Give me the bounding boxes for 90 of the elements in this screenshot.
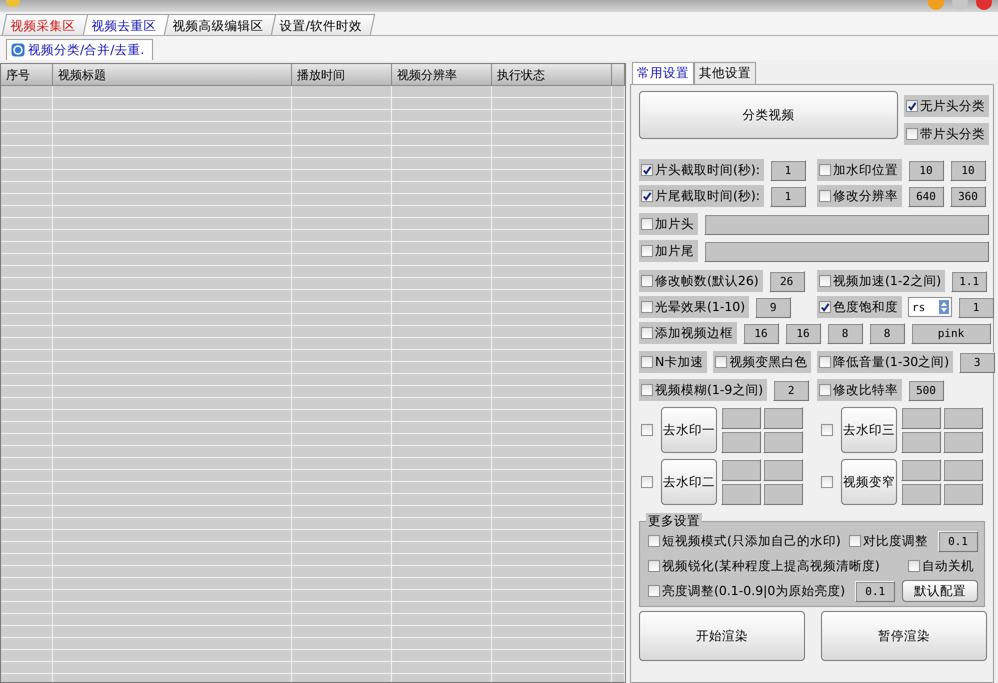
- text-field[interactable]: 16: [785, 322, 821, 344]
- checkbox[interactable]: 色度饱和度: [817, 296, 902, 318]
- checkbox[interactable]: 带片头分类: [904, 123, 989, 145]
- checkbox[interactable]: 光晕效果(1-10): [639, 296, 750, 318]
- checkbox[interactable]: 加片头: [639, 213, 698, 235]
- checkbox[interactable]: 短视频模式(只添加自己的水印): [646, 530, 845, 552]
- text-field[interactable]: [943, 431, 983, 453]
- watermark-button[interactable]: 视频变窄: [841, 459, 897, 505]
- checkbox[interactable]: 添加视频边框: [639, 322, 737, 344]
- checkbox[interactable]: 加片尾: [639, 240, 698, 262]
- text-field[interactable]: [721, 483, 761, 505]
- check-icon: [642, 164, 652, 176]
- app-icon: [11, 43, 25, 57]
- check-icon: [820, 302, 830, 312]
- checkbox[interactable]: 视频模糊(1-9之间): [639, 379, 768, 401]
- app-icon: [6, 0, 20, 8]
- text-field[interactable]: [721, 459, 761, 481]
- text-field[interactable]: 500: [908, 380, 944, 400]
- checkbox[interactable]: 视频变黑白色: [713, 351, 812, 373]
- tab[interactable]: 视频高级编辑区: [164, 14, 278, 35]
- column-header[interactable]: 视频标题: [53, 64, 292, 85]
- checkbox[interactable]: 片尾截取时间(秒):: [639, 185, 764, 207]
- tab[interactable]: 视频分类/合并/去重.: [6, 39, 154, 60]
- text-field[interactable]: [943, 407, 983, 429]
- text-field[interactable]: [704, 240, 989, 262]
- text-field[interactable]: 8: [827, 322, 863, 344]
- watermark-button[interactable]: 去水印一: [661, 407, 717, 453]
- text-field[interactable]: [763, 483, 803, 505]
- text-field[interactable]: 10: [908, 160, 944, 180]
- text-field[interactable]: 26: [768, 270, 805, 292]
- tab[interactable]: 设置/软件时效: [270, 14, 376, 35]
- text-field[interactable]: [901, 431, 941, 453]
- dropdown[interactable]: rs: [908, 297, 952, 317]
- text-field[interactable]: 360: [950, 186, 986, 206]
- text-field[interactable]: [763, 431, 803, 453]
- text-field[interactable]: [901, 407, 941, 429]
- text-field[interactable]: 1.1: [951, 270, 988, 292]
- column-header[interactable]: 执行状态: [492, 64, 612, 85]
- default-config-button[interactable]: 默认配置: [902, 580, 978, 602]
- column-header[interactable]: 序号: [1, 64, 53, 85]
- text-field[interactable]: 10: [950, 160, 986, 180]
- watermark-button[interactable]: 去水印三: [841, 407, 897, 453]
- text-field[interactable]: 3: [959, 352, 996, 372]
- checkbox[interactable]: 修改比特率: [817, 379, 902, 401]
- text-field[interactable]: 640: [908, 186, 944, 206]
- group-title: 更多设置: [646, 513, 702, 530]
- checkbox[interactable]: 加水印位置: [817, 159, 902, 181]
- tab[interactable]: 其他设置: [694, 62, 756, 84]
- column-header[interactable]: 视频分辨率: [392, 64, 492, 85]
- text-field[interactable]: 8: [869, 322, 905, 344]
- checkbox[interactable]: 修改帧数(默认26): [639, 270, 763, 292]
- check-icon: [642, 190, 652, 202]
- text-field[interactable]: [704, 214, 989, 234]
- text-field[interactable]: [943, 459, 983, 481]
- text-field[interactable]: 1: [958, 296, 994, 318]
- column-header[interactable]: 播放时间: [292, 64, 392, 85]
- text-field[interactable]: [763, 459, 803, 481]
- checkbox[interactable]: 视频锐化(某种程度上提高视频清晰度): [646, 555, 884, 577]
- text-field[interactable]: 0.1: [938, 530, 978, 552]
- checkbox[interactable]: 降低音量(1-30之间): [817, 351, 954, 373]
- text-field[interactable]: [721, 431, 761, 453]
- text-field[interactable]: 16: [743, 322, 779, 344]
- checkbox[interactable]: 对比度调整: [847, 530, 932, 552]
- checkbox[interactable]: N卡加速: [639, 351, 708, 373]
- checkbox[interactable]: 片头截取时间(秒):: [639, 159, 764, 181]
- text-field[interactable]: [901, 483, 941, 505]
- spinner-icon: [939, 300, 949, 314]
- text-field[interactable]: [763, 407, 803, 429]
- render-button[interactable]: 开始渲染: [639, 611, 805, 661]
- checkbox[interactable]: 修改分辨率: [817, 185, 902, 207]
- text-field[interactable]: [943, 483, 983, 505]
- watermark-button[interactable]: 去水印二: [661, 459, 717, 505]
- text-field[interactable]: [721, 407, 761, 429]
- checkbox[interactable]: 无片头分类: [904, 95, 989, 117]
- text-field[interactable]: [901, 459, 941, 481]
- classify-button[interactable]: 分类视频: [639, 91, 898, 139]
- text-field[interactable]: 2: [773, 380, 810, 400]
- text-field[interactable]: 1: [770, 186, 806, 206]
- text-field[interactable]: 1: [770, 160, 806, 180]
- checkbox[interactable]: 亮度调整(0.1-0.9|0为原始亮度): [646, 580, 850, 602]
- text-field[interactable]: 9: [755, 296, 792, 318]
- render-button[interactable]: 暂停渲染: [821, 611, 987, 661]
- text-field[interactable]: 0.1: [855, 580, 896, 602]
- check-icon: [907, 100, 917, 112]
- text-field[interactable]: pink: [911, 322, 991, 344]
- checkbox[interactable]: 视频加速(1-2之间): [817, 270, 946, 292]
- tab[interactable]: 常用设置: [632, 62, 694, 84]
- tab[interactable]: 视频去重区: [82, 14, 170, 35]
- checkbox[interactable]: 自动关机: [906, 555, 978, 577]
- tab[interactable]: 视频采集区: [2, 14, 90, 35]
